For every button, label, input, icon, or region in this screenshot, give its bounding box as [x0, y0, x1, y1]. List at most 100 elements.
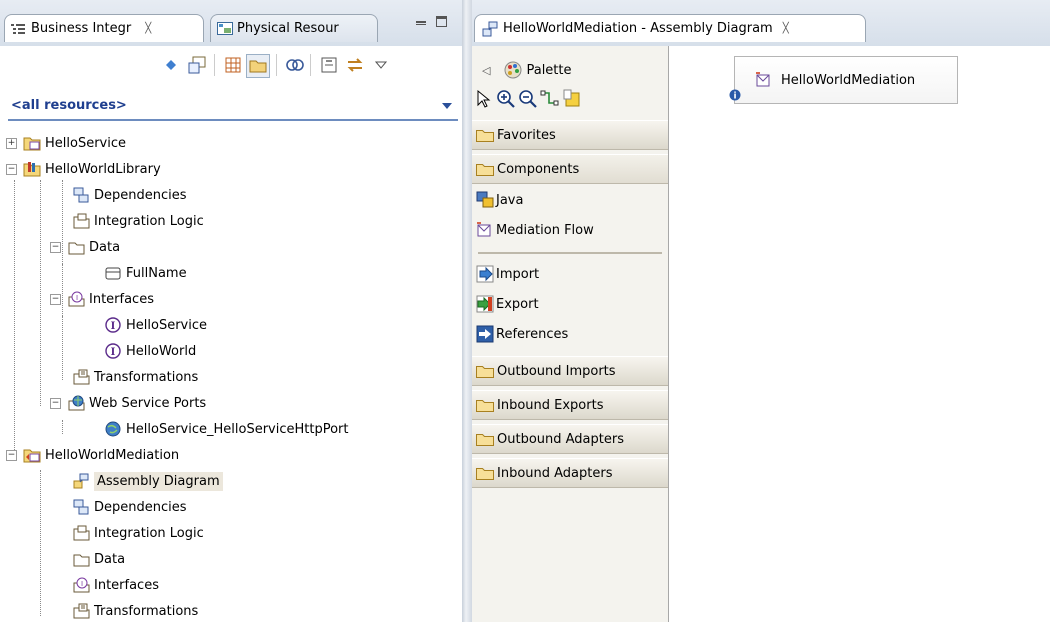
interface-icon: I [104, 343, 122, 359]
diagram-canvas[interactable] [669, 46, 1050, 622]
tree-item-interfaces[interactable]: I Interfaces [72, 572, 159, 598]
tab-business-integration[interactable]: Business Integr ╳ [4, 14, 204, 42]
tab-assembly-diagram[interactable]: HelloWorldMediation - Assembly Diagram ╳ [474, 14, 866, 42]
tree-item-label: Dependencies [94, 187, 187, 203]
drawer-label: Inbound Adapters [497, 465, 613, 481]
close-icon[interactable]: ╳ [145, 23, 151, 34]
tab-physical-resources[interactable]: Physical Resour [210, 14, 378, 42]
palette-item-export[interactable]: Export [472, 290, 668, 318]
palette-item-label: Java [496, 192, 524, 208]
chevron-down-icon[interactable] [442, 103, 452, 109]
diagram-node-helloworldmediation[interactable]: HelloWorldMediation i [729, 56, 958, 104]
assembly-diagram-icon [72, 473, 90, 489]
zoom-out-icon[interactable] [518, 89, 538, 109]
show-categories-icon[interactable] [222, 54, 244, 76]
palette-header: ◁ Palette [472, 56, 668, 84]
tree-item-transformations[interactable]: Transformations [72, 364, 198, 390]
assembly-diagram-editor: HelloWorldMediation - Assembly Diagram ╳… [472, 0, 1050, 622]
tree-item-interfaces[interactable]: − I Interfaces [50, 286, 154, 312]
mediation-flow-icon [755, 71, 773, 89]
collapse-icon[interactable]: − [50, 397, 61, 409]
tree-item-label: Data [94, 551, 126, 567]
collapse-all-icon[interactable] [318, 54, 340, 76]
tree-item-label: HelloWorldLibrary [45, 161, 161, 177]
tree-item-helloservice[interactable]: + HelloService [6, 130, 126, 156]
resource-filter-label[interactable]: <all resources> [11, 98, 127, 113]
sync-icon[interactable] [344, 54, 366, 76]
drawer-inbound-adapters[interactable]: Inbound Adapters [472, 458, 668, 488]
svg-text:I: I [111, 347, 116, 358]
folder-icon [476, 365, 494, 378]
tab-business-integration-label: Business Integr [31, 21, 132, 36]
drawer-outbound-adapters[interactable]: Outbound Adapters [472, 424, 668, 454]
info-marker-icon[interactable]: i [729, 89, 741, 102]
tree-item-assembly-diagram[interactable]: Assembly Diagram [72, 468, 223, 494]
tree-item-integration-logic[interactable]: Integration Logic [72, 208, 204, 234]
tree-item-label: HelloWorldMediation [45, 447, 180, 463]
interfaces-icon: I [72, 577, 90, 593]
tree-item-hello-service-http-port[interactable]: HelloService_HelloServiceHttpPort [104, 416, 349, 442]
view-menu-icon[interactable] [370, 54, 392, 76]
interface-icon: I [104, 317, 122, 333]
drawer-outbound-imports[interactable]: Outbound Imports [472, 356, 668, 386]
tree-item-helloworld-interface[interactable]: I HelloWorld [104, 338, 196, 364]
note-icon[interactable] [562, 89, 582, 109]
tree-item-integration-logic[interactable]: Integration Logic [72, 520, 204, 546]
tree-item-web-service-ports[interactable]: − Web Service Ports [50, 390, 206, 416]
maximize-icon[interactable] [436, 16, 447, 27]
collapse-icon[interactable]: − [6, 163, 17, 175]
zoom-in-icon[interactable] [496, 89, 516, 109]
folder-open-icon [476, 163, 494, 176]
tab-assembly-diagram-label: HelloWorldMediation - Assembly Diagram [503, 21, 773, 36]
palette-icon [504, 61, 522, 79]
tree-item-helloworldmediation[interactable]: − HelloWorldMediation [6, 442, 179, 468]
tree-item-label: Data [89, 239, 121, 255]
tree-item-transformations[interactable]: Transformations [72, 598, 198, 622]
tree-item-helloworldlibrary[interactable]: − HelloWorldLibrary [6, 156, 161, 182]
collapse-icon[interactable]: − [50, 293, 61, 305]
wire-icon[interactable] [540, 89, 560, 109]
library-icon [23, 161, 41, 177]
drawer-components[interactable]: Components [472, 154, 668, 184]
diagram-node-label: HelloWorldMediation [781, 72, 916, 88]
tree-item-label: Transformations [94, 603, 199, 619]
collapse-icon[interactable]: − [50, 241, 61, 253]
palette-item-mediation-flow[interactable]: Mediation Flow [472, 216, 668, 244]
palette-item-java[interactable]: Java [472, 186, 668, 214]
tree-item-label: Integration Logic [94, 213, 204, 229]
svg-text:I: I [76, 294, 78, 302]
dependencies-icon [72, 187, 90, 203]
minimize-icon[interactable] [416, 21, 426, 25]
new-module-icon[interactable] [186, 54, 208, 76]
tree-item-dependencies[interactable]: Dependencies [72, 182, 187, 208]
mediation-flow-icon [476, 221, 494, 239]
drawer-inbound-exports[interactable]: Inbound Exports [472, 390, 668, 420]
tree-item-helloservice-interface[interactable]: I HelloService [104, 312, 207, 338]
drawer-label: Favorites [497, 127, 556, 143]
tree-item-fullname[interactable]: FullName [104, 260, 187, 286]
collapse-icon[interactable]: − [6, 449, 17, 461]
folder-icon [476, 129, 494, 142]
palette-item-references[interactable]: References [472, 320, 668, 348]
tree-item-data[interactable]: Data [72, 546, 125, 572]
expand-icon[interactable]: + [6, 137, 17, 149]
show-folders-icon[interactable] [246, 54, 270, 78]
resource-filter[interactable]: <all resources> [8, 94, 458, 121]
tree-item-label: Assembly Diagram [94, 471, 223, 491]
drawer-favorites[interactable]: Favorites [472, 120, 668, 150]
sash[interactable] [462, 0, 472, 622]
tree-item-data[interactable]: − Data [50, 234, 120, 260]
link-editor-icon[interactable] [284, 54, 306, 76]
assembly-diagram-icon [481, 21, 499, 37]
interfaces-icon: I [67, 291, 85, 307]
physical-resources-icon [217, 22, 233, 35]
select-arrow-icon[interactable] [474, 89, 494, 109]
tree-item-dependencies[interactable]: Dependencies [72, 494, 187, 520]
close-icon[interactable]: ╳ [783, 23, 789, 34]
tree-item-label: Web Service Ports [89, 395, 207, 411]
tree-item-label: HelloService [126, 317, 207, 333]
palette-item-import[interactable]: Import [472, 260, 668, 288]
tree-item-label: HelloService [45, 135, 126, 151]
diamond-icon[interactable] [160, 54, 182, 76]
collapse-palette-icon[interactable]: ◁ [482, 64, 490, 77]
